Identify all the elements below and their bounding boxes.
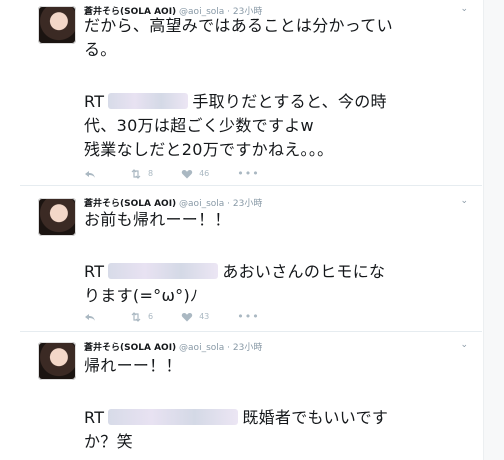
tweet-actions: 6 43 ••• bbox=[84, 310, 288, 323]
quoted-text: 残業なしだと20万ですかねえ。。。 bbox=[84, 140, 334, 159]
scrollbar[interactable] bbox=[483, 0, 504, 460]
chevron-down-icon[interactable]: ⌄ bbox=[460, 340, 468, 350]
rt-prefix: RT bbox=[84, 408, 105, 427]
tweet[interactable]: 蒼井そら(SOLA AOI) @aoi_sola · 23小時 ⌄ お前も帰れー… bbox=[20, 186, 482, 332]
more-icon[interactable]: ••• bbox=[237, 310, 259, 323]
avatar[interactable] bbox=[38, 6, 76, 44]
tweet-header: 蒼井そら(SOLA AOI) @aoi_sola · 23小時 bbox=[84, 340, 262, 353]
quoted-text: ります(=°ω°)ﾉ bbox=[84, 286, 199, 305]
avatar[interactable] bbox=[38, 342, 76, 380]
retweet-count: 6 bbox=[148, 312, 154, 321]
retweet-icon bbox=[131, 311, 141, 322]
chevron-down-icon[interactable]: ⌄ bbox=[460, 4, 468, 14]
reply-button[interactable] bbox=[84, 311, 102, 323]
tweet-text: お前も帰れーー！！ RT あおいさんのヒモにな ります(=°ω°)ﾉ bbox=[84, 208, 472, 308]
reply-icon bbox=[85, 170, 95, 178]
tweet-text: だから、高望みではあることは分かってい る。 RT 手取りだとすると、今の時 代、… bbox=[84, 14, 472, 162]
timestamp[interactable]: 23小時 bbox=[233, 343, 262, 353]
tweet-text: 帰れーー！！ RT 既婚者でもいいです か？笑 bbox=[84, 354, 472, 454]
quoted-text: 既婚者でもいいです bbox=[242, 408, 389, 427]
retweet-button[interactable]: 6 bbox=[130, 311, 153, 323]
rt-prefix: RT bbox=[84, 92, 105, 111]
like-count: 46 bbox=[199, 169, 210, 178]
redacted-username bbox=[108, 93, 189, 109]
display-name[interactable]: 蒼井そら(SOLA AOI) bbox=[84, 343, 176, 353]
text-line: 帰れーー！！ bbox=[84, 356, 182, 375]
reply-icon bbox=[85, 313, 95, 321]
separator: · bbox=[227, 343, 231, 353]
quoted-text: 代、30万は超ごく少数ですよw bbox=[84, 116, 314, 135]
quoted-text: か？笑 bbox=[84, 432, 133, 451]
like-count: 43 bbox=[199, 312, 210, 321]
chevron-down-icon[interactable]: ⌄ bbox=[460, 196, 468, 206]
retweet-count: 8 bbox=[148, 169, 154, 178]
reply-button[interactable] bbox=[84, 168, 102, 180]
like-button[interactable]: 46 bbox=[181, 168, 209, 180]
like-button[interactable]: 43 bbox=[181, 311, 209, 323]
heart-icon bbox=[181, 312, 193, 321]
quoted-line: RT あおいさんのヒモにな bbox=[84, 260, 472, 284]
quoted-text: 手取りだとすると、今の時 bbox=[192, 92, 387, 111]
quoted-line: RT 手取りだとすると、今の時 bbox=[84, 90, 472, 114]
more-icon[interactable]: ••• bbox=[237, 167, 259, 180]
tweet[interactable]: 蒼井そら(SOLA AOI) @aoi_sola · 23小時 ⌄ 帰れーー！！… bbox=[20, 332, 482, 460]
quoted-line: RT 既婚者でもいいです bbox=[84, 406, 472, 430]
redacted-username bbox=[108, 263, 219, 279]
quoted-text: あおいさんのヒモにな bbox=[222, 262, 386, 281]
avatar[interactable] bbox=[38, 198, 76, 236]
user-handle[interactable]: @aoi_sola bbox=[179, 343, 224, 353]
redacted-username bbox=[108, 409, 239, 425]
retweet-button[interactable]: 8 bbox=[130, 168, 153, 180]
text-line: だから、高望みではあることは分かってい bbox=[84, 16, 393, 35]
text-line: お前も帰れーー！！ bbox=[84, 210, 231, 229]
text-line: る。 bbox=[84, 40, 117, 59]
timeline: 蒼井そら(SOLA AOI) @aoi_sola · 23小時 ⌄ だから、高望… bbox=[0, 0, 504, 460]
retweet-icon bbox=[131, 168, 141, 179]
tweet-actions: 8 46 ••• bbox=[84, 167, 288, 180]
rt-prefix: RT bbox=[84, 262, 105, 281]
heart-icon bbox=[181, 169, 193, 178]
tweet[interactable]: 蒼井そら(SOLA AOI) @aoi_sola · 23小時 ⌄ だから、高望… bbox=[20, 0, 482, 186]
